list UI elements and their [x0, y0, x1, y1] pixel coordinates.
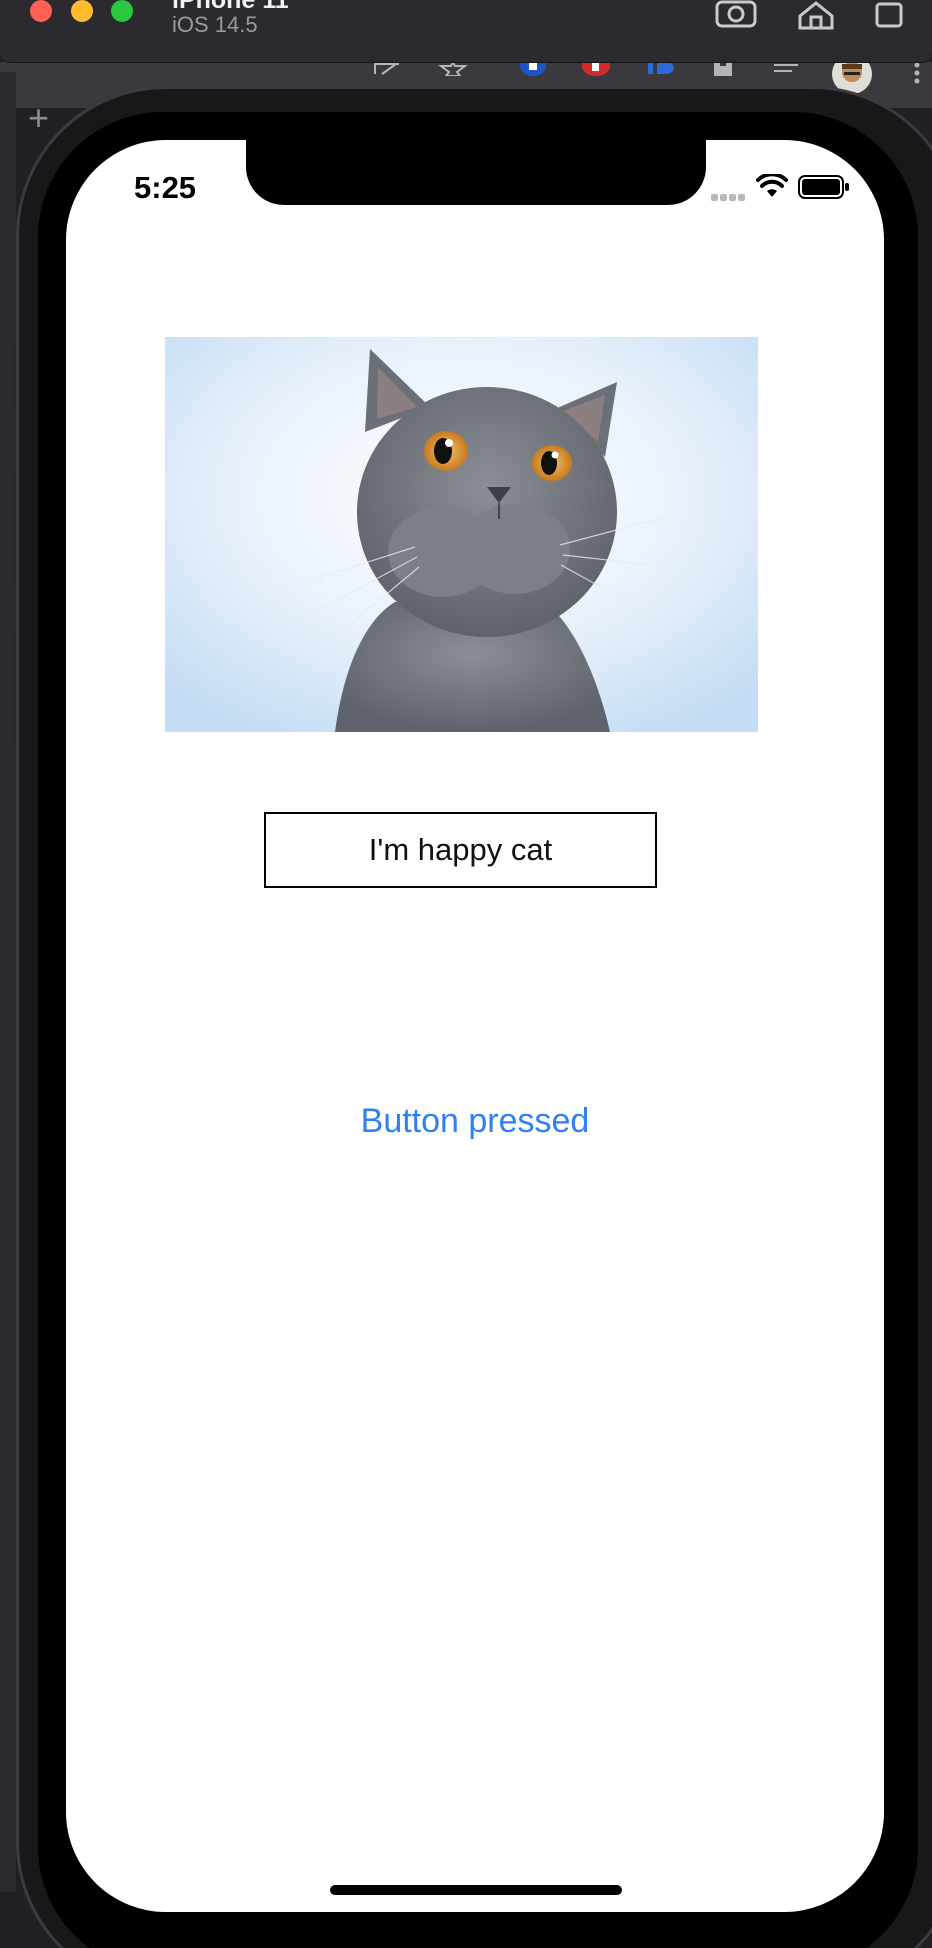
status-bar-time: 5:25: [134, 170, 197, 205]
simulator-title-bar: iPhone 11 iOS 14.5: [0, 0, 932, 63]
battery-icon: [798, 175, 850, 204]
home-indicator[interactable]: [330, 1885, 622, 1895]
wifi-icon: [756, 172, 788, 203]
more-icon: [912, 62, 922, 86]
extension-red-icon: [580, 62, 612, 76]
puzzle-icon: [708, 62, 738, 76]
extension-blue-icon: [518, 62, 548, 76]
volume-down-button: [6, 630, 12, 750]
happy-cat-button[interactable]: I'm happy cat: [264, 812, 657, 888]
open-external-icon: [372, 62, 402, 76]
cat-image: [165, 337, 758, 732]
button-pressed-label: Button pressed: [360, 1102, 590, 1140]
bookmark-star-icon: [438, 62, 468, 76]
rotate-icon[interactable]: [872, 0, 906, 30]
plus-icon: +: [28, 97, 50, 138]
cellular-signal-icon: [711, 188, 747, 206]
home-icon[interactable]: [796, 0, 836, 30]
minimize-window-button[interactable]: [71, 0, 93, 22]
iphone-screen: 5:25 I'm happy cat Button pressed: [66, 140, 884, 1912]
close-window-button[interactable]: [30, 0, 52, 22]
reading-list-icon: [772, 62, 804, 76]
zoom-window-button[interactable]: [111, 0, 133, 22]
simulator-desktop: iPhone 11 iOS 14.5 + 5:25 I'm happy cat …: [0, 0, 932, 1948]
volume-up-button: [6, 470, 12, 590]
screenshot-icon[interactable]: [714, 0, 758, 30]
mute-switch: [6, 340, 12, 410]
notch: [246, 140, 706, 205]
extension-id-icon: [646, 62, 676, 76]
os-version: iOS 14.5: [172, 12, 258, 37]
